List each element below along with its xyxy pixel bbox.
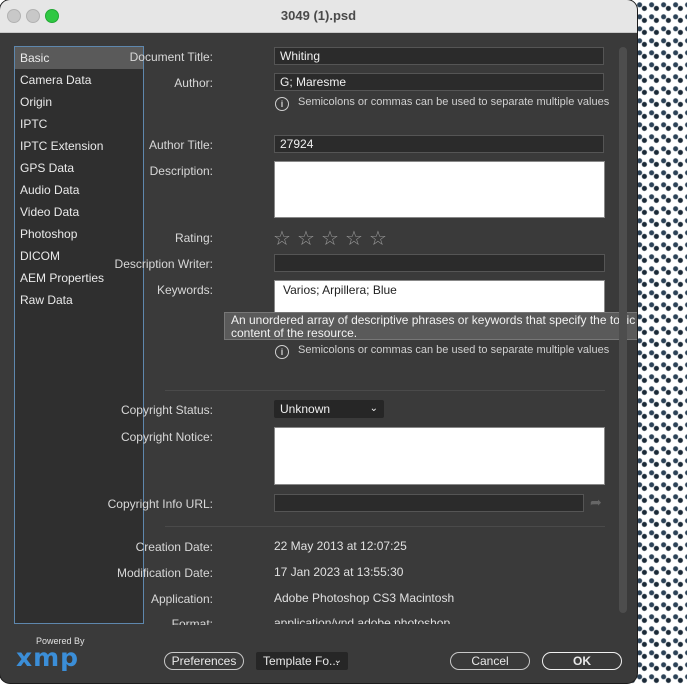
- star-icon[interactable]: ☆: [273, 226, 297, 251]
- author-title-label: Author Title:: [148, 138, 213, 152]
- author-title-field[interactable]: 27924: [274, 135, 604, 153]
- keywords-hint: i Semicolons or commas can be used to sep…: [275, 344, 609, 359]
- template-folder-button[interactable]: Template Fo... ⌄: [256, 652, 348, 670]
- keywords-hint-text: Semicolons or commas can be used to sepa…: [298, 344, 610, 356]
- description-textarea[interactable]: [274, 161, 605, 218]
- application-value: Adobe Photoshop CS3 Macintosh: [274, 591, 455, 605]
- sidebar-item-photoshop[interactable]: Photoshop: [15, 223, 143, 245]
- document-title-label: Document Title:: [129, 50, 213, 64]
- description-writer-label: Description Writer:: [114, 257, 213, 271]
- window-title: 3049 (1).psd: [280, 8, 357, 23]
- star-icon[interactable]: ☆: [345, 226, 369, 251]
- keywords-label: Keywords:: [156, 283, 213, 297]
- author-label: Author:: [174, 76, 213, 90]
- copyright-info-url-field[interactable]: [274, 494, 584, 512]
- keywords-textarea[interactable]: Varios; Arpillera; Blue: [274, 280, 605, 314]
- ok-button[interactable]: OK: [542, 652, 622, 670]
- sidebar-item-video-data[interactable]: Video Data: [15, 201, 143, 223]
- template-folder-label: Template Fo...: [263, 654, 340, 668]
- section-divider: [165, 390, 605, 391]
- section-divider: [165, 526, 605, 527]
- format-value: application/vnd.adobe.photoshop: [274, 616, 451, 624]
- cancel-button[interactable]: Cancel: [450, 652, 530, 670]
- arrow-go-icon[interactable]: ➦: [590, 494, 602, 511]
- star-icon[interactable]: ☆: [369, 226, 393, 251]
- copyright-status-value: Unknown: [280, 402, 331, 416]
- star-icon[interactable]: ☆: [321, 226, 345, 251]
- author-hint-text: Semicolons or commas can be used to sepa…: [298, 96, 610, 108]
- category-sidebar: Basic Camera Data Origin IPTC IPTC Exten…: [14, 46, 144, 624]
- sidebar-item-camera-data[interactable]: Camera Data: [15, 69, 143, 91]
- preferences-button[interactable]: Preferences: [164, 652, 244, 670]
- copyright-notice-textarea[interactable]: [274, 427, 605, 485]
- sidebar-item-raw-data[interactable]: Raw Data: [15, 289, 143, 311]
- application-label: Application:: [150, 592, 213, 606]
- titlebar: 3049 (1).psd: [0, 0, 637, 33]
- xmp-logo: xmp: [16, 643, 80, 672]
- creation-date-value: 22 May 2013 at 12:07:25: [274, 539, 407, 553]
- copyright-info-url-label: Copyright Info URL:: [107, 497, 213, 511]
- file-info-dialog: 3049 (1).psd Basic Camera Data Origin IP…: [0, 0, 637, 683]
- rating-stars: ☆ ☆ ☆ ☆ ☆: [273, 226, 393, 251]
- keywords-tooltip: An unordered array of descriptive phrase…: [224, 312, 637, 340]
- star-icon[interactable]: ☆: [297, 226, 321, 251]
- sidebar-item-iptc[interactable]: IPTC: [15, 113, 143, 135]
- chevron-down-icon: ⌄: [369, 403, 378, 414]
- copyright-status-select[interactable]: Unknown ⌄: [274, 400, 384, 418]
- sidebar-item-origin[interactable]: Origin: [15, 91, 143, 113]
- creation-date-label: Creation Date:: [135, 540, 213, 554]
- author-field[interactable]: G; Maresme: [274, 73, 604, 91]
- copyright-notice-label: Copyright Notice:: [120, 430, 213, 444]
- info-icon: i: [275, 97, 289, 111]
- sidebar-item-audio-data[interactable]: Audio Data: [15, 179, 143, 201]
- modification-date-label: Modification Date:: [116, 566, 213, 580]
- copyright-status-label: Copyright Status:: [120, 403, 213, 417]
- modification-date-value: 17 Jan 2023 at 13:55:30: [274, 565, 404, 579]
- rating-label: Rating:: [174, 231, 213, 245]
- sidebar-item-basic[interactable]: Basic: [15, 47, 143, 69]
- sidebar-item-iptc-extension[interactable]: IPTC Extension: [15, 135, 143, 157]
- scrollbar[interactable]: [619, 47, 627, 613]
- format-label: Format:: [171, 617, 213, 625]
- author-hint: i Semicolons or commas can be used to sep…: [275, 96, 609, 111]
- sidebar-item-gps-data[interactable]: GPS Data: [15, 157, 143, 179]
- chevron-down-icon: ⌄: [333, 655, 342, 666]
- document-title-field[interactable]: Whiting: [274, 47, 604, 65]
- description-writer-field[interactable]: [274, 254, 605, 272]
- info-icon: i: [275, 345, 289, 359]
- description-label: Description:: [149, 164, 213, 178]
